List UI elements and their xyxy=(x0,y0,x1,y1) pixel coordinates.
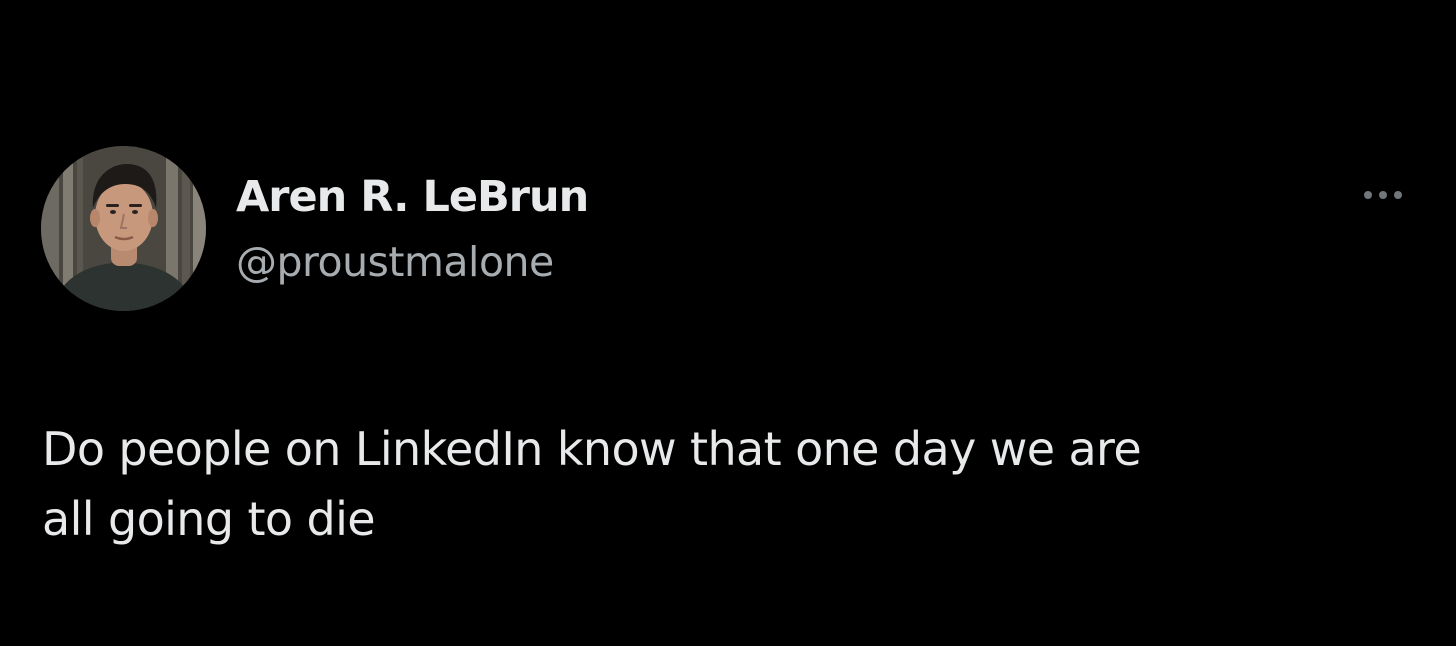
tweet-text-line: Do people on LinkedIn know that one day … xyxy=(42,422,1142,476)
author-handle[interactable]: @proustmalone xyxy=(236,236,554,288)
avatar-photo-icon xyxy=(41,146,206,311)
more-options-icon xyxy=(1364,191,1372,199)
avatar[interactable] xyxy=(41,146,206,311)
more-options-button[interactable] xyxy=(1352,180,1414,210)
tweet-card: Aren R. LeBrun @proustmalone Do people o… xyxy=(0,0,1456,646)
tweet-text-line: all going to die xyxy=(42,492,376,546)
more-options-icon xyxy=(1394,191,1402,199)
author-display-name[interactable]: Aren R. LeBrun xyxy=(236,170,589,224)
tweet-text: Do people on LinkedIn know that one day … xyxy=(42,414,1442,554)
more-options-icon xyxy=(1379,191,1387,199)
